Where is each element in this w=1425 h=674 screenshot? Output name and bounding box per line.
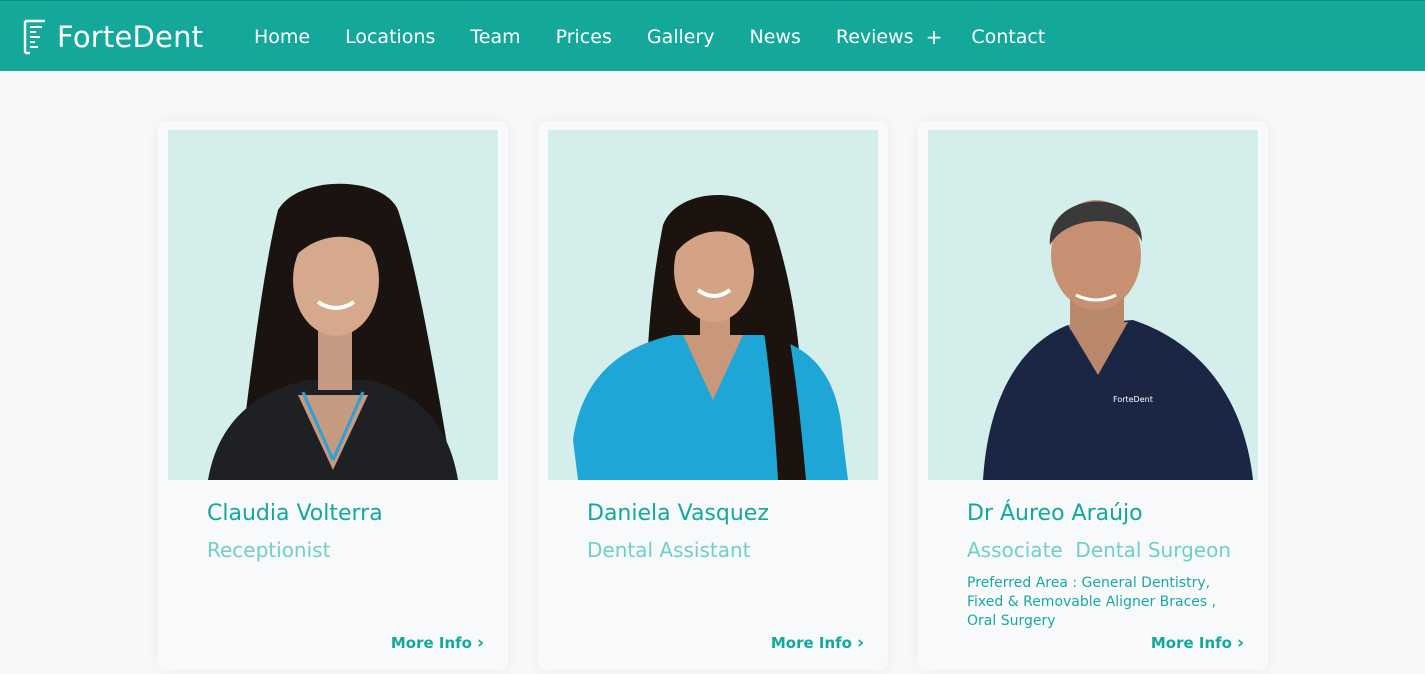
more-info-label: More Info xyxy=(770,634,852,652)
more-info-link[interactable]: More Info › xyxy=(771,634,864,652)
nav-reviews[interactable]: Reviews + xyxy=(835,1,942,72)
brand-logo-link[interactable]: ForteDent xyxy=(22,19,203,55)
member-role: Associate Dental Surgeon xyxy=(967,538,1231,562)
team-card: Daniela Vasquez Dental Assistant More In… xyxy=(538,121,888,670)
member-name: Dr Áureo Araújo xyxy=(967,501,1143,526)
svg-text:ForteDent: ForteDent xyxy=(1113,395,1153,404)
plus-icon[interactable]: + xyxy=(926,27,943,47)
top-navbar: ForteDent Home Locations Team Prices Gal… xyxy=(0,0,1425,71)
main-nav: Home Locations Team Prices Gallery News … xyxy=(254,1,1080,72)
member-role: Receptionist xyxy=(207,538,331,562)
member-name: Daniela Vasquez xyxy=(587,501,769,526)
member-name: Claudia Volterra xyxy=(207,501,383,526)
more-info-link[interactable]: More Info › xyxy=(1151,634,1244,652)
nav-news[interactable]: News xyxy=(750,1,801,72)
brand-name: ForteDent xyxy=(57,20,204,54)
nav-team[interactable]: Team xyxy=(470,1,520,72)
nav-reviews-label: Reviews xyxy=(835,25,914,48)
nav-gallery[interactable]: Gallery xyxy=(647,1,715,72)
nav-home[interactable]: Home xyxy=(254,1,310,72)
nav-contact[interactable]: Contact xyxy=(971,1,1045,72)
more-info-label: More Info xyxy=(390,634,472,652)
chevron-right-icon: › xyxy=(856,632,864,653)
woman-blue-scrubs-photo[interactable] xyxy=(548,130,878,480)
preferred-area: Preferred Area : General Dentistry, Fixe… xyxy=(967,575,1217,629)
member-role: Dental Assistant xyxy=(587,538,751,562)
team-card: Claudia Volterra Receptionist More Info … xyxy=(158,121,508,670)
fortedent-logo-icon xyxy=(23,19,45,55)
woman-black-scrubs-photo[interactable] xyxy=(168,130,498,480)
chevron-right-icon: › xyxy=(1236,632,1244,653)
chevron-right-icon: › xyxy=(476,632,484,653)
man-navy-scrubs-photo[interactable]: ForteDent xyxy=(928,130,1258,480)
nav-locations[interactable]: Locations xyxy=(345,1,435,72)
more-info-label: More Info xyxy=(1150,634,1232,652)
more-info-link[interactable]: More Info › xyxy=(391,634,484,652)
nav-prices[interactable]: Prices xyxy=(556,1,612,72)
team-card: ForteDent Dr Áureo Araújo Associate Dent… xyxy=(918,121,1268,670)
